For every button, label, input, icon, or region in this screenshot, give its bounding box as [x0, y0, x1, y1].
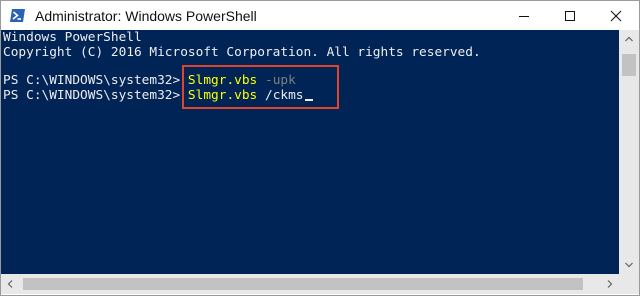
- highlight-box: [182, 65, 339, 109]
- maximize-icon: [565, 10, 575, 21]
- scroll-right-button[interactable]: [601, 274, 619, 294]
- window-title: Administrator: Windows PowerShell: [35, 8, 257, 24]
- scroll-down-button[interactable]: [619, 256, 639, 274]
- vertical-scroll-thumb[interactable]: [622, 54, 636, 76]
- horizontal-scrollbar[interactable]: [1, 274, 619, 294]
- chevron-down-icon: [625, 262, 633, 268]
- chevron-left-icon: [7, 280, 13, 288]
- chevron-right-icon: [607, 280, 613, 288]
- close-icon: [610, 10, 622, 21]
- vertical-scrollbar[interactable]: [619, 30, 639, 274]
- close-button[interactable]: [593, 1, 639, 30]
- scroll-left-button[interactable]: [1, 274, 19, 294]
- chevron-up-icon: [625, 36, 633, 42]
- scroll-up-button[interactable]: [619, 30, 639, 48]
- console-header-line: Windows PowerShell: [3, 30, 142, 45]
- minimize-icon: [519, 15, 529, 17]
- maximize-button[interactable]: [547, 1, 593, 30]
- prompt: PS C:\WINDOWS\system32>: [3, 73, 181, 88]
- prompt: PS C:\WINDOWS\system32>: [3, 88, 181, 103]
- title-bar[interactable]: Administrator: Windows PowerShell: [1, 1, 639, 30]
- minimize-button[interactable]: [501, 1, 547, 30]
- scrollbar-corner: [619, 274, 639, 294]
- console-output[interactable]: Windows PowerShell Copyright (C) 2016 Mi…: [1, 30, 619, 274]
- horizontal-scroll-thumb[interactable]: [23, 278, 583, 290]
- powershell-icon: [9, 7, 26, 24]
- powershell-window: Administrator: Windows PowerShell Window…: [0, 0, 640, 296]
- console-copyright-line: Copyright (C) 2016 Microsoft Corporation…: [3, 45, 481, 60]
